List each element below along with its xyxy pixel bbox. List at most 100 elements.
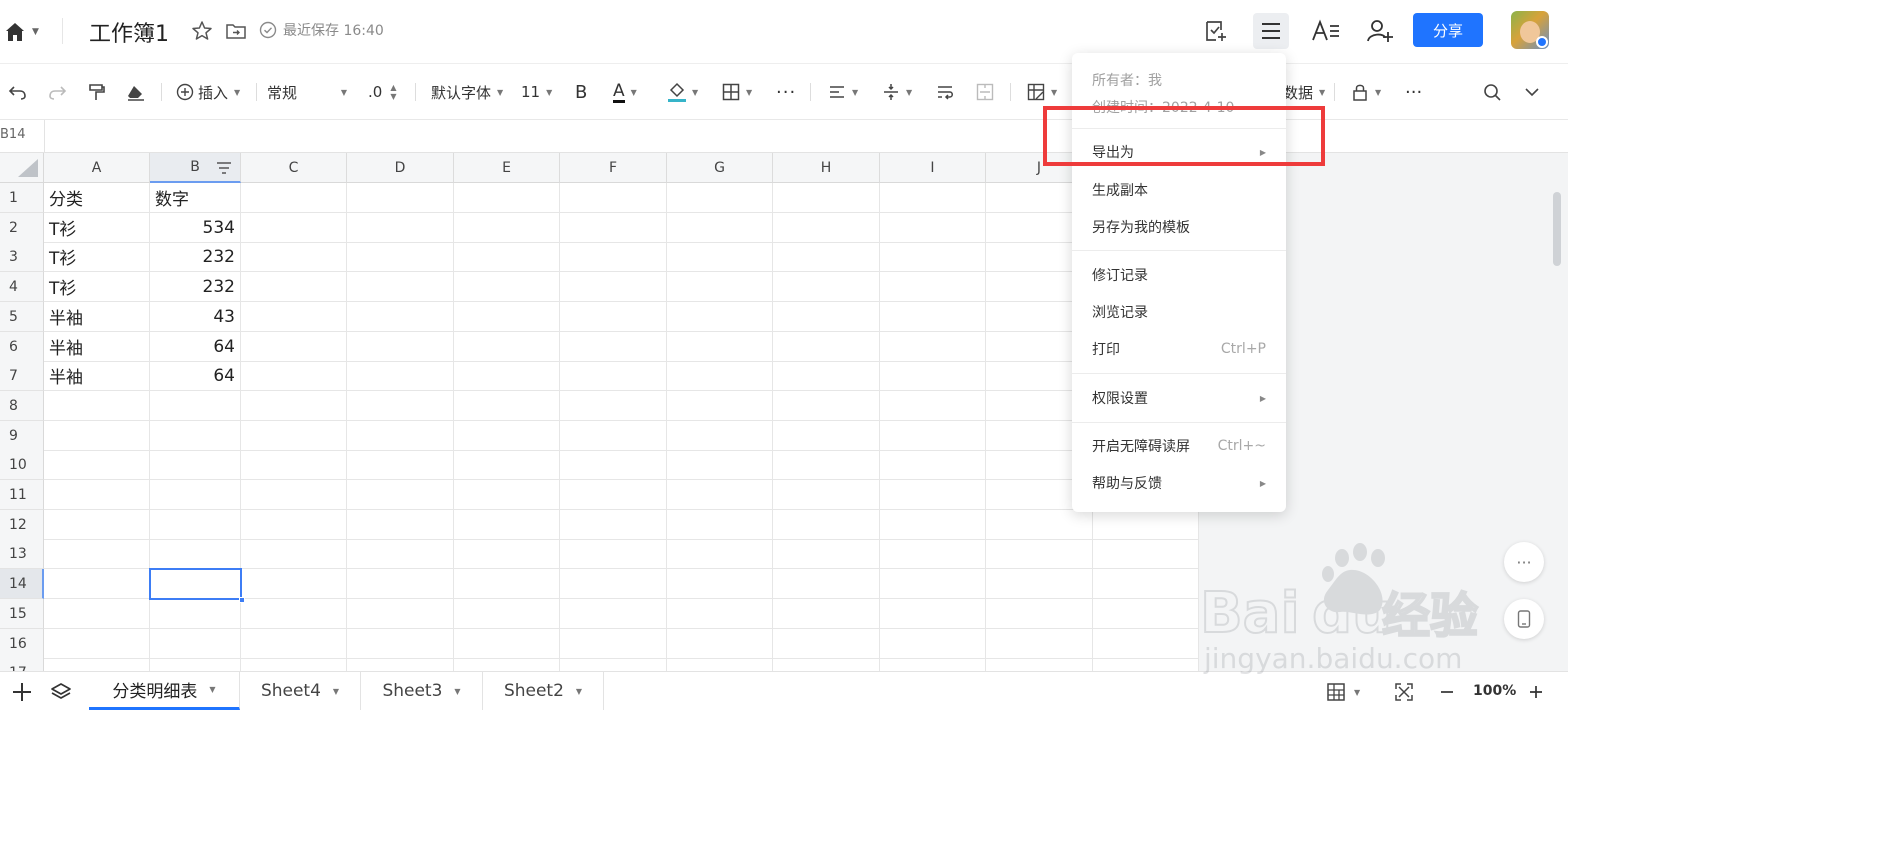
grid-cell[interactable] <box>880 391 986 421</box>
grid-cell[interactable]: 534 <box>150 213 241 243</box>
grid-cell[interactable] <box>880 361 986 391</box>
horizontal-align-button[interactable]: ▼ <box>828 81 858 103</box>
grid-cell[interactable] <box>241 421 347 451</box>
view-mode-button[interactable]: ▼ <box>1326 682 1360 702</box>
grid-cell[interactable] <box>880 599 986 629</box>
grid-cell[interactable] <box>44 421 150 451</box>
grid-cell[interactable] <box>773 391 880 421</box>
row-header[interactable]: 13 <box>0 539 44 569</box>
grid-cell[interactable] <box>454 450 560 480</box>
sheet-list-button[interactable] <box>50 681 72 707</box>
column-header-c[interactable]: C <box>241 153 347 183</box>
row-header[interactable]: 1 <box>0 183 44 213</box>
grid-cell[interactable] <box>773 332 880 362</box>
grid-cell[interactable] <box>880 539 986 569</box>
grid-cell[interactable] <box>773 272 880 302</box>
grid-cell[interactable] <box>560 361 667 391</box>
sheet-tab[interactable]: 分类明细表 ▼ <box>89 672 240 710</box>
grid-cell[interactable]: 64 <box>150 332 241 362</box>
add-collaborator-button[interactable] <box>1362 13 1398 49</box>
column-header-d[interactable]: D <box>347 153 454 183</box>
menu-item-permissions[interactable]: 权限设置 ▶ <box>1072 381 1286 415</box>
more-formats-button[interactable]: ··· <box>776 81 796 103</box>
grid-cell[interactable] <box>241 629 347 659</box>
row-header[interactable]: 5 <box>0 302 44 332</box>
grid-cell[interactable] <box>241 272 347 302</box>
grid-cell[interactable] <box>667 242 773 272</box>
grid-cell[interactable] <box>241 658 347 671</box>
grid-cell[interactable] <box>880 183 986 213</box>
grid-cell[interactable] <box>773 629 880 659</box>
grid-cell[interactable] <box>241 450 347 480</box>
grid-cell[interactable] <box>773 480 880 510</box>
grid-cell[interactable] <box>880 569 986 599</box>
grid-cell[interactable] <box>347 539 454 569</box>
row-header[interactable]: 15 <box>0 599 44 629</box>
grid-cell[interactable] <box>667 539 773 569</box>
grid-cell[interactable] <box>454 391 560 421</box>
grid-cell[interactable] <box>773 361 880 391</box>
grid-cell[interactable] <box>880 480 986 510</box>
grid-cell[interactable] <box>347 629 454 659</box>
grid-cell[interactable] <box>241 480 347 510</box>
grid-cell[interactable] <box>560 450 667 480</box>
vertical-scrollbar[interactable] <box>1553 192 1561 266</box>
zoom-in-button[interactable] <box>1527 682 1545 706</box>
grid-cell[interactable] <box>241 599 347 629</box>
home-button[interactable]: ▼ <box>4 20 44 44</box>
grid-cell[interactable] <box>773 658 880 671</box>
grid-cell[interactable]: 半袖 <box>44 302 150 332</box>
grid-cell[interactable] <box>241 569 347 599</box>
chevron-down-icon[interactable]: ▼ <box>454 687 460 696</box>
grid-cell[interactable]: 数字 <box>150 183 241 213</box>
grid-cell[interactable] <box>880 658 986 671</box>
row-header[interactable]: 16 <box>0 629 44 659</box>
grid-cell[interactable] <box>44 599 150 629</box>
grid-cell[interactable] <box>454 569 560 599</box>
grid-cell[interactable] <box>773 421 880 451</box>
row-header[interactable]: 7 <box>0 361 44 391</box>
star-icon[interactable] <box>190 19 214 43</box>
grid-cell[interactable] <box>986 658 1093 671</box>
clear-format-button[interactable] <box>126 81 146 103</box>
grid-cell[interactable] <box>773 213 880 243</box>
fill-color-button[interactable]: ▼ <box>668 81 698 103</box>
cell-reference[interactable]: B14 <box>0 127 25 142</box>
grid-cell[interactable] <box>347 213 454 243</box>
grid-cell[interactable] <box>773 242 880 272</box>
row-header[interactable]: 10 <box>0 450 44 480</box>
grid-cell[interactable]: 半袖 <box>44 332 150 362</box>
borders-button[interactable]: ▼ <box>722 81 752 103</box>
grid-cell[interactable]: T衫 <box>44 242 150 272</box>
row-header[interactable]: 8 <box>0 391 44 421</box>
grid-cell[interactable] <box>241 302 347 332</box>
grid-cell[interactable]: 232 <box>150 272 241 302</box>
grid-cell[interactable] <box>560 183 667 213</box>
grid-cell[interactable] <box>560 242 667 272</box>
grid-cell[interactable] <box>347 332 454 362</box>
row-header[interactable]: 11 <box>0 480 44 510</box>
grid-cell[interactable] <box>773 450 880 480</box>
grid-cell[interactable] <box>667 450 773 480</box>
row-header[interactable]: 2 <box>0 213 44 243</box>
grid-cell[interactable] <box>667 480 773 510</box>
grid-cell[interactable] <box>347 421 454 451</box>
grid-cell[interactable] <box>150 450 241 480</box>
grid-cell[interactable] <box>667 213 773 243</box>
sheet-tab[interactable]: Sheet2 ▼ <box>483 672 604 710</box>
grid-cell[interactable] <box>667 569 773 599</box>
grid-cell[interactable] <box>241 539 347 569</box>
search-button[interactable] <box>1483 81 1502 103</box>
grid-cell[interactable] <box>667 302 773 332</box>
grid-cell[interactable] <box>454 183 560 213</box>
grid-cell[interactable] <box>347 302 454 332</box>
grid-cell[interactable] <box>986 569 1093 599</box>
add-sheet-button[interactable] <box>11 681 33 707</box>
protect-button[interactable]: ▼ <box>1351 81 1381 103</box>
grid-cell[interactable] <box>667 391 773 421</box>
column-header-i[interactable]: I <box>880 153 986 183</box>
grid-cell[interactable] <box>667 272 773 302</box>
grid-cell[interactable] <box>454 539 560 569</box>
grid-cell[interactable] <box>667 361 773 391</box>
grid-cell[interactable] <box>560 510 667 540</box>
